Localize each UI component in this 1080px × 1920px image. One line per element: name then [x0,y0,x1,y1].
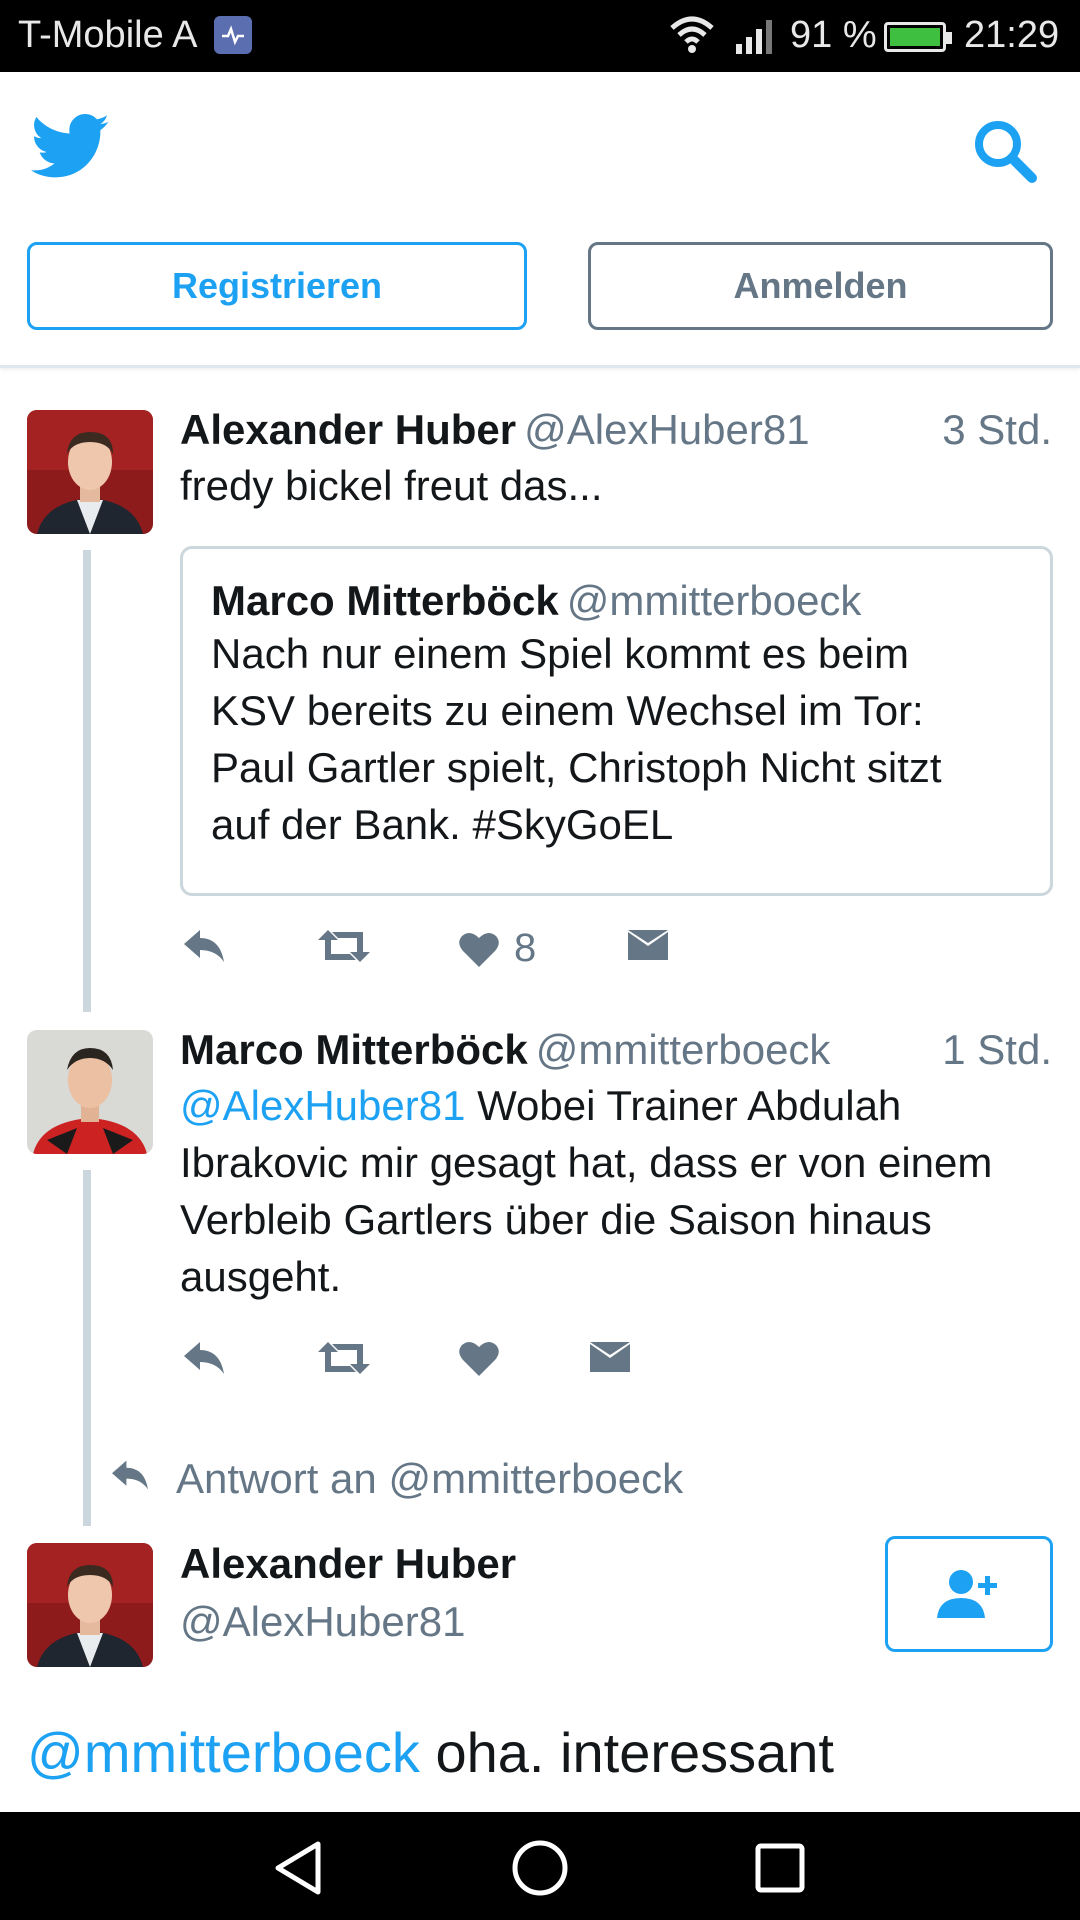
retweet-icon[interactable] [316,1338,372,1378]
reply-icon [108,1455,152,1503]
health-app-icon [214,16,252,54]
main-tweet-text-part: oha. interessant [419,1721,834,1784]
quoted-text-line: Nach nur einem Spiel kommt es beim [211,630,909,677]
like-count: 8 [514,926,537,970]
tweet-text-line: Verbleib Gartlers über die Saison hinaus [180,1196,932,1243]
heart-icon[interactable] [458,1338,500,1378]
author-name[interactable]: Alexander Huber [180,406,516,453]
quoted-text-line: auf der Bank. #SkyGoEL [211,801,674,848]
avatar[interactable] [27,1030,153,1154]
system-nav-bar [0,1812,1080,1920]
tweet-actions: 8 [180,926,880,986]
home-icon[interactable] [510,1838,570,1903]
wifi-icon [668,14,716,64]
mention-link[interactable]: @AlexHuber81 [180,1082,465,1129]
author-handle[interactable]: @mmitterboeck [536,1026,831,1073]
main-author-handle[interactable]: @AlexHuber81 [180,1598,465,1646]
reply-context[interactable]: Antwort an @mmitterboeck [108,1455,683,1503]
battery-icon [884,22,952,52]
quoted-tweet[interactable]: Marco Mitterböck @mmitterboeck Nach nur e… [180,546,1053,896]
thread-line [83,1170,91,1526]
quoted-author-handle: @mmitterboeck [566,577,862,624]
add-user-icon [937,1570,997,1618]
recent-apps-icon[interactable] [754,1842,806,1899]
main-tweet-text: @mmitterboeck oha. interessant [27,1720,834,1785]
tweet-text-line: ausgeht. [180,1253,342,1300]
tweet-time: 1 Std. [942,1026,1052,1073]
carrier-label: T-Mobile A [18,14,198,56]
quoted-text: Nach nur einem Spiel kommt es beim KSV b… [211,625,1022,853]
reply-context-text: Antwort an @mmitterboeck [176,1455,684,1502]
twitter-logo-icon[interactable] [30,114,112,185]
tweet-author[interactable]: Marco Mitterböck @mmitterboeck [180,1026,830,1074]
battery-percent: 91 % [790,14,877,56]
retweet-icon[interactable] [316,926,372,966]
thread-line [83,550,91,1012]
author-name[interactable]: Marco Mitterböck [180,1026,528,1073]
avatar[interactable] [27,1543,153,1667]
tweet-text: @AlexHuber81 Wobei Trainer Abdulah Ibrak… [180,1077,1060,1305]
tweet-text-part: Wobei Trainer Abdulah [465,1082,902,1129]
tweet-text: fredy bickel freut das... [180,462,603,509]
quoted-author-name: Marco Mitterböck [211,577,559,624]
signal-icon [734,18,778,64]
author-handle[interactable]: @AlexHuber81 [524,406,809,453]
back-icon[interactable] [272,1840,324,1901]
tweet-text-line: Ibrakovic mir gesagt hat, dass er von ei… [180,1139,993,1186]
quoted-author: Marco Mitterböck @mmitterboeck [211,577,1022,625]
quoted-text-line: Paul Gartler spielt, Christoph Nicht sit… [211,744,942,791]
status-bar: T-Mobile A 91 % 21:29 [0,0,1080,72]
reply-icon[interactable] [180,926,228,966]
heart-icon [459,932,499,967]
search-icon[interactable] [970,116,1040,191]
like-button[interactable]: 8 [458,926,536,971]
quoted-text-line: KSV bereits zu einem Wechsel im Tor: [211,687,924,734]
app-header: Registrieren Anmelden [0,72,1080,368]
main-author-name[interactable]: Alexander Huber [180,1540,516,1588]
reply-icon[interactable] [180,1338,228,1378]
mention-link[interactable]: @mmitterboeck [27,1721,420,1784]
tweet-author[interactable]: Alexander Huber @AlexHuber81 [180,406,810,454]
message-icon[interactable] [626,926,670,966]
register-button[interactable]: Registrieren [27,242,527,330]
tweet-time: 3 Std. [942,406,1052,453]
message-icon[interactable] [588,1338,632,1378]
tweet-actions [180,1338,880,1398]
clock: 21:29 [964,14,1060,56]
follow-button[interactable] [885,1536,1053,1652]
avatar[interactable] [27,410,153,534]
tweet-text-line: @AlexHuber81 Wobei Trainer Abdulah [180,1077,1060,1134]
login-button[interactable]: Anmelden [588,242,1053,330]
